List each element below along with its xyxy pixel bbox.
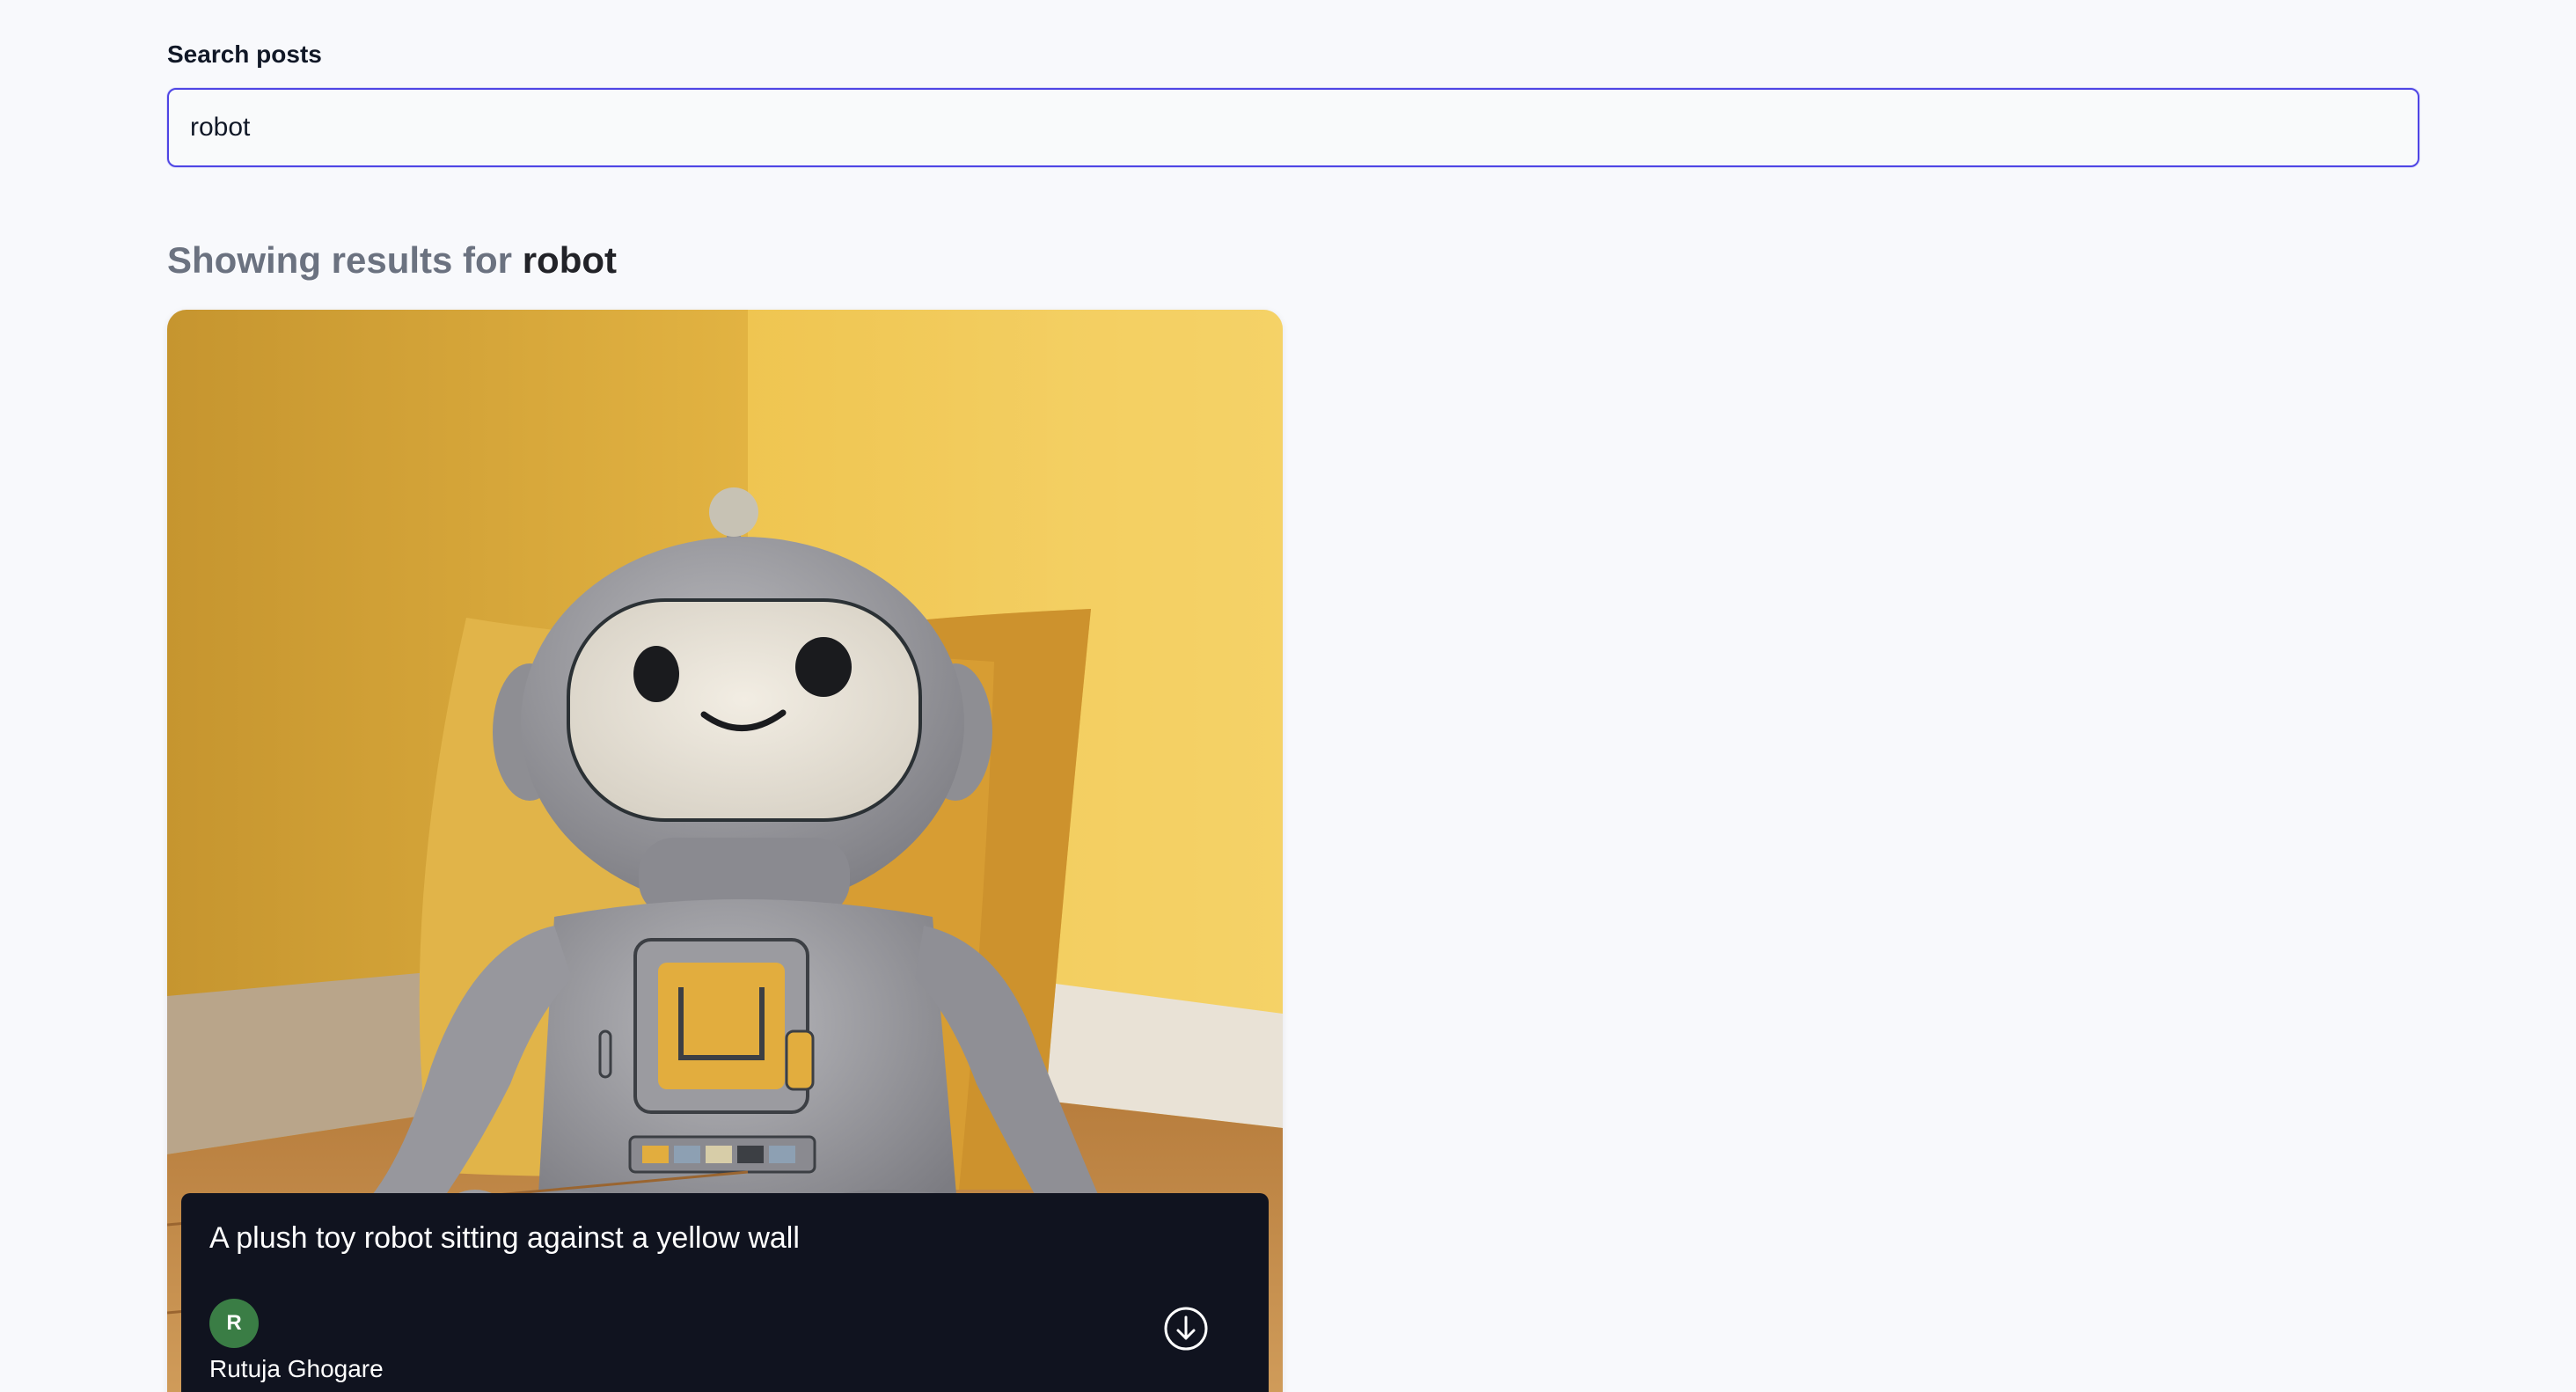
post-caption: A plush toy robot sitting against a yell… <box>209 1221 800 1255</box>
author-name: Rutuja Ghogare <box>209 1355 384 1382</box>
results-heading: Showing results for robot <box>167 239 617 282</box>
search-label: Search posts <box>167 40 322 68</box>
post-overlay: A plush toy robot sitting against a yell… <box>181 1193 1269 1392</box>
search-input[interactable] <box>167 88 2419 167</box>
results-prefix: Showing results for <box>167 239 513 281</box>
download-icon[interactable] <box>1163 1306 1209 1352</box>
avatar: R <box>209 1299 259 1348</box>
post-card[interactable]: A plush toy robot sitting against a yell… <box>167 310 1283 1392</box>
results-term: robot <box>522 239 617 281</box>
page: Search posts Showing results for robot <box>0 0 2576 1392</box>
